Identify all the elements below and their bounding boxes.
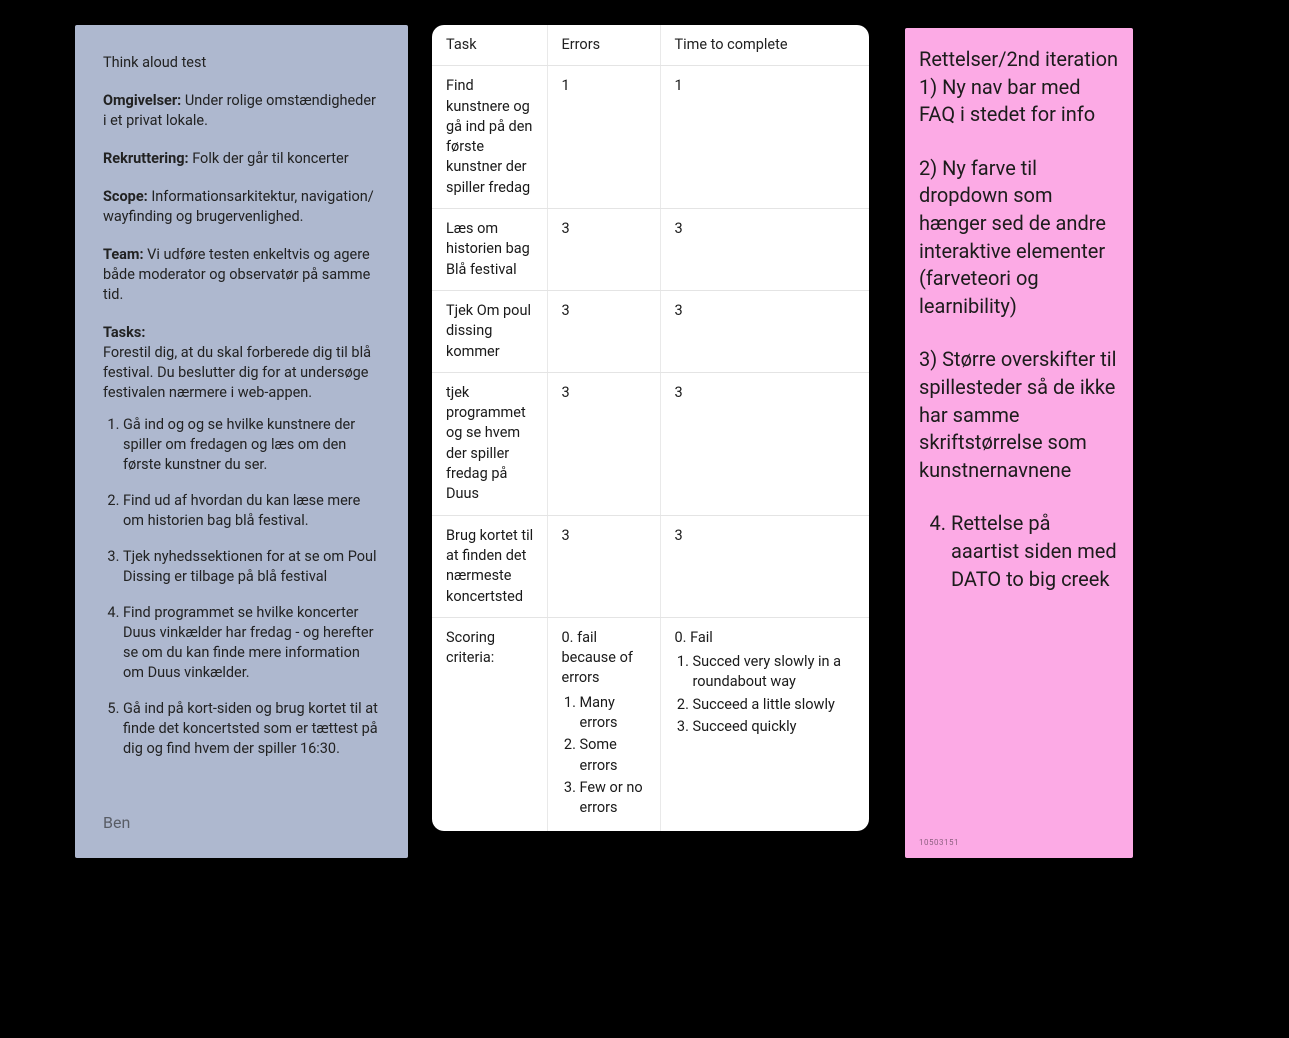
rekruttering-label: Rekruttering: — [103, 150, 189, 167]
field-team: Team: Vi udføre testen enkeltvis og ager… — [103, 245, 380, 305]
rekruttering-text: Folk der går til koncerter — [189, 150, 349, 167]
tasks-list: Gå ind og og se hvilke kunstnere der spi… — [103, 415, 380, 759]
tasks-intro: Forestil dig, at du skal forberede dig t… — [103, 344, 371, 401]
cell-time: 3 — [660, 515, 869, 617]
table-row: Tjek Om poul dissing kommer 3 3 — [432, 290, 869, 372]
errors-item: Many errors — [580, 693, 648, 734]
pink-heading: Rettelser/2nd iteration — [919, 47, 1118, 71]
results-table-card: Task Errors Time to complete Find kunstn… — [432, 25, 869, 831]
cell-task: Læs om historien bag Blå festival — [432, 209, 547, 291]
errors-zero: 0. fail because of errors — [562, 629, 633, 687]
tasks-label: Tasks: — [103, 324, 145, 341]
table-row: Brug kortet til at finden det nærmeste k… — [432, 515, 869, 617]
task-item: Find programmet se hvilke koncerter Duus… — [123, 603, 380, 683]
think-aloud-sticky: Think aloud test Omgivelser: Under rolig… — [75, 25, 408, 858]
header-time: Time to complete — [660, 25, 869, 66]
time-list: Succed very slowly in a roundabout way S… — [675, 652, 858, 737]
sticky-title: Think aloud test — [103, 53, 380, 73]
pink-heading-block: Rettelser/2nd iteration 1) Ny nav bar me… — [919, 46, 1119, 129]
cell-errors: 3 — [547, 209, 660, 291]
time-item: Succeed quickly — [693, 717, 858, 737]
pink-line-3: 3) Større overskifter til spillesteder s… — [919, 346, 1119, 484]
field-rekruttering: Rekruttering: Folk der går til koncerter — [103, 149, 380, 169]
cell-time: 1 — [660, 66, 869, 209]
scope-label: Scope: — [103, 188, 148, 205]
criteria-label: Scoring criteria: — [432, 617, 547, 830]
cell-errors: 3 — [547, 372, 660, 515]
results-table: Task Errors Time to complete Find kunstn… — [432, 25, 869, 831]
table-row: Læs om historien bag Blå festival 3 3 — [432, 209, 869, 291]
task-item: Gå ind og og se hvilke kunstnere der spi… — [123, 415, 380, 475]
header-task: Task — [432, 25, 547, 66]
pink-list: Rettelse på aaartist siden med DATO to b… — [919, 510, 1119, 593]
criteria-row: Scoring criteria: 0. fail because of err… — [432, 617, 869, 830]
rettelser-sticky: Rettelser/2nd iteration 1) Ny nav bar me… — [905, 28, 1133, 858]
header-errors: Errors — [547, 25, 660, 66]
task-item: Tjek nyhedssektionen for at se om Poul D… — [123, 547, 380, 587]
time-zero: 0. Fail — [675, 629, 713, 646]
sticky-author: Ben — [103, 812, 130, 834]
cell-time: 3 — [660, 290, 869, 372]
table-header-row: Task Errors Time to complete — [432, 25, 869, 66]
table-row: Find kunstnere og gå ind på den første k… — [432, 66, 869, 209]
cell-errors: 1 — [547, 66, 660, 209]
criteria-time: 0. Fail Succed very slowly in a roundabo… — [660, 617, 869, 830]
task-item: Find ud af hvordan du kan læse mere om h… — [123, 491, 380, 531]
table-row: tjek programmet og se hvem der spiller f… — [432, 372, 869, 515]
cell-task: Brug kortet til at finden det nærmeste k… — [432, 515, 547, 617]
omgivelser-label: Omgivelser: — [103, 92, 181, 109]
criteria-errors: 0. fail because of errors Many errors So… — [547, 617, 660, 830]
team-text: Vi udføre testen enkeltvis og agere både… — [103, 246, 370, 303]
team-label: Team: — [103, 246, 144, 263]
pink-id: 10503151 — [919, 837, 959, 848]
time-item: Succed very slowly in a roundabout way — [693, 652, 858, 693]
cell-errors: 3 — [547, 515, 660, 617]
errors-list: Many errors Some errors Few or no errors — [562, 693, 648, 819]
cell-task: tjek programmet og se hvem der spiller f… — [432, 372, 547, 515]
time-item: Succeed a little slowly — [693, 695, 858, 715]
cell-task: Tjek Om poul dissing kommer — [432, 290, 547, 372]
cell-task: Find kunstnere og gå ind på den første k… — [432, 66, 547, 209]
field-tasks: Tasks: Forestil dig, at du skal forbered… — [103, 323, 380, 759]
field-scope: Scope: Informationsarkitektur, navigatio… — [103, 187, 380, 227]
pink-line-2: 2) Ny farve til dropdown som hænger sed … — [919, 155, 1119, 321]
field-omgivelser: Omgivelser: Under rolige omstændigheder … — [103, 91, 380, 131]
cell-time: 3 — [660, 372, 869, 515]
errors-item: Few or no errors — [580, 778, 648, 819]
task-item: Gå ind på kort-siden og brug kortet til … — [123, 699, 380, 759]
errors-item: Some errors — [580, 735, 648, 776]
pink-line-1: 1) Ny nav bar med FAQ i stedet for info — [919, 75, 1095, 127]
cell-errors: 3 — [547, 290, 660, 372]
cell-time: 3 — [660, 209, 869, 291]
pink-list-item-4: Rettelse på aaartist siden med DATO to b… — [951, 510, 1119, 593]
